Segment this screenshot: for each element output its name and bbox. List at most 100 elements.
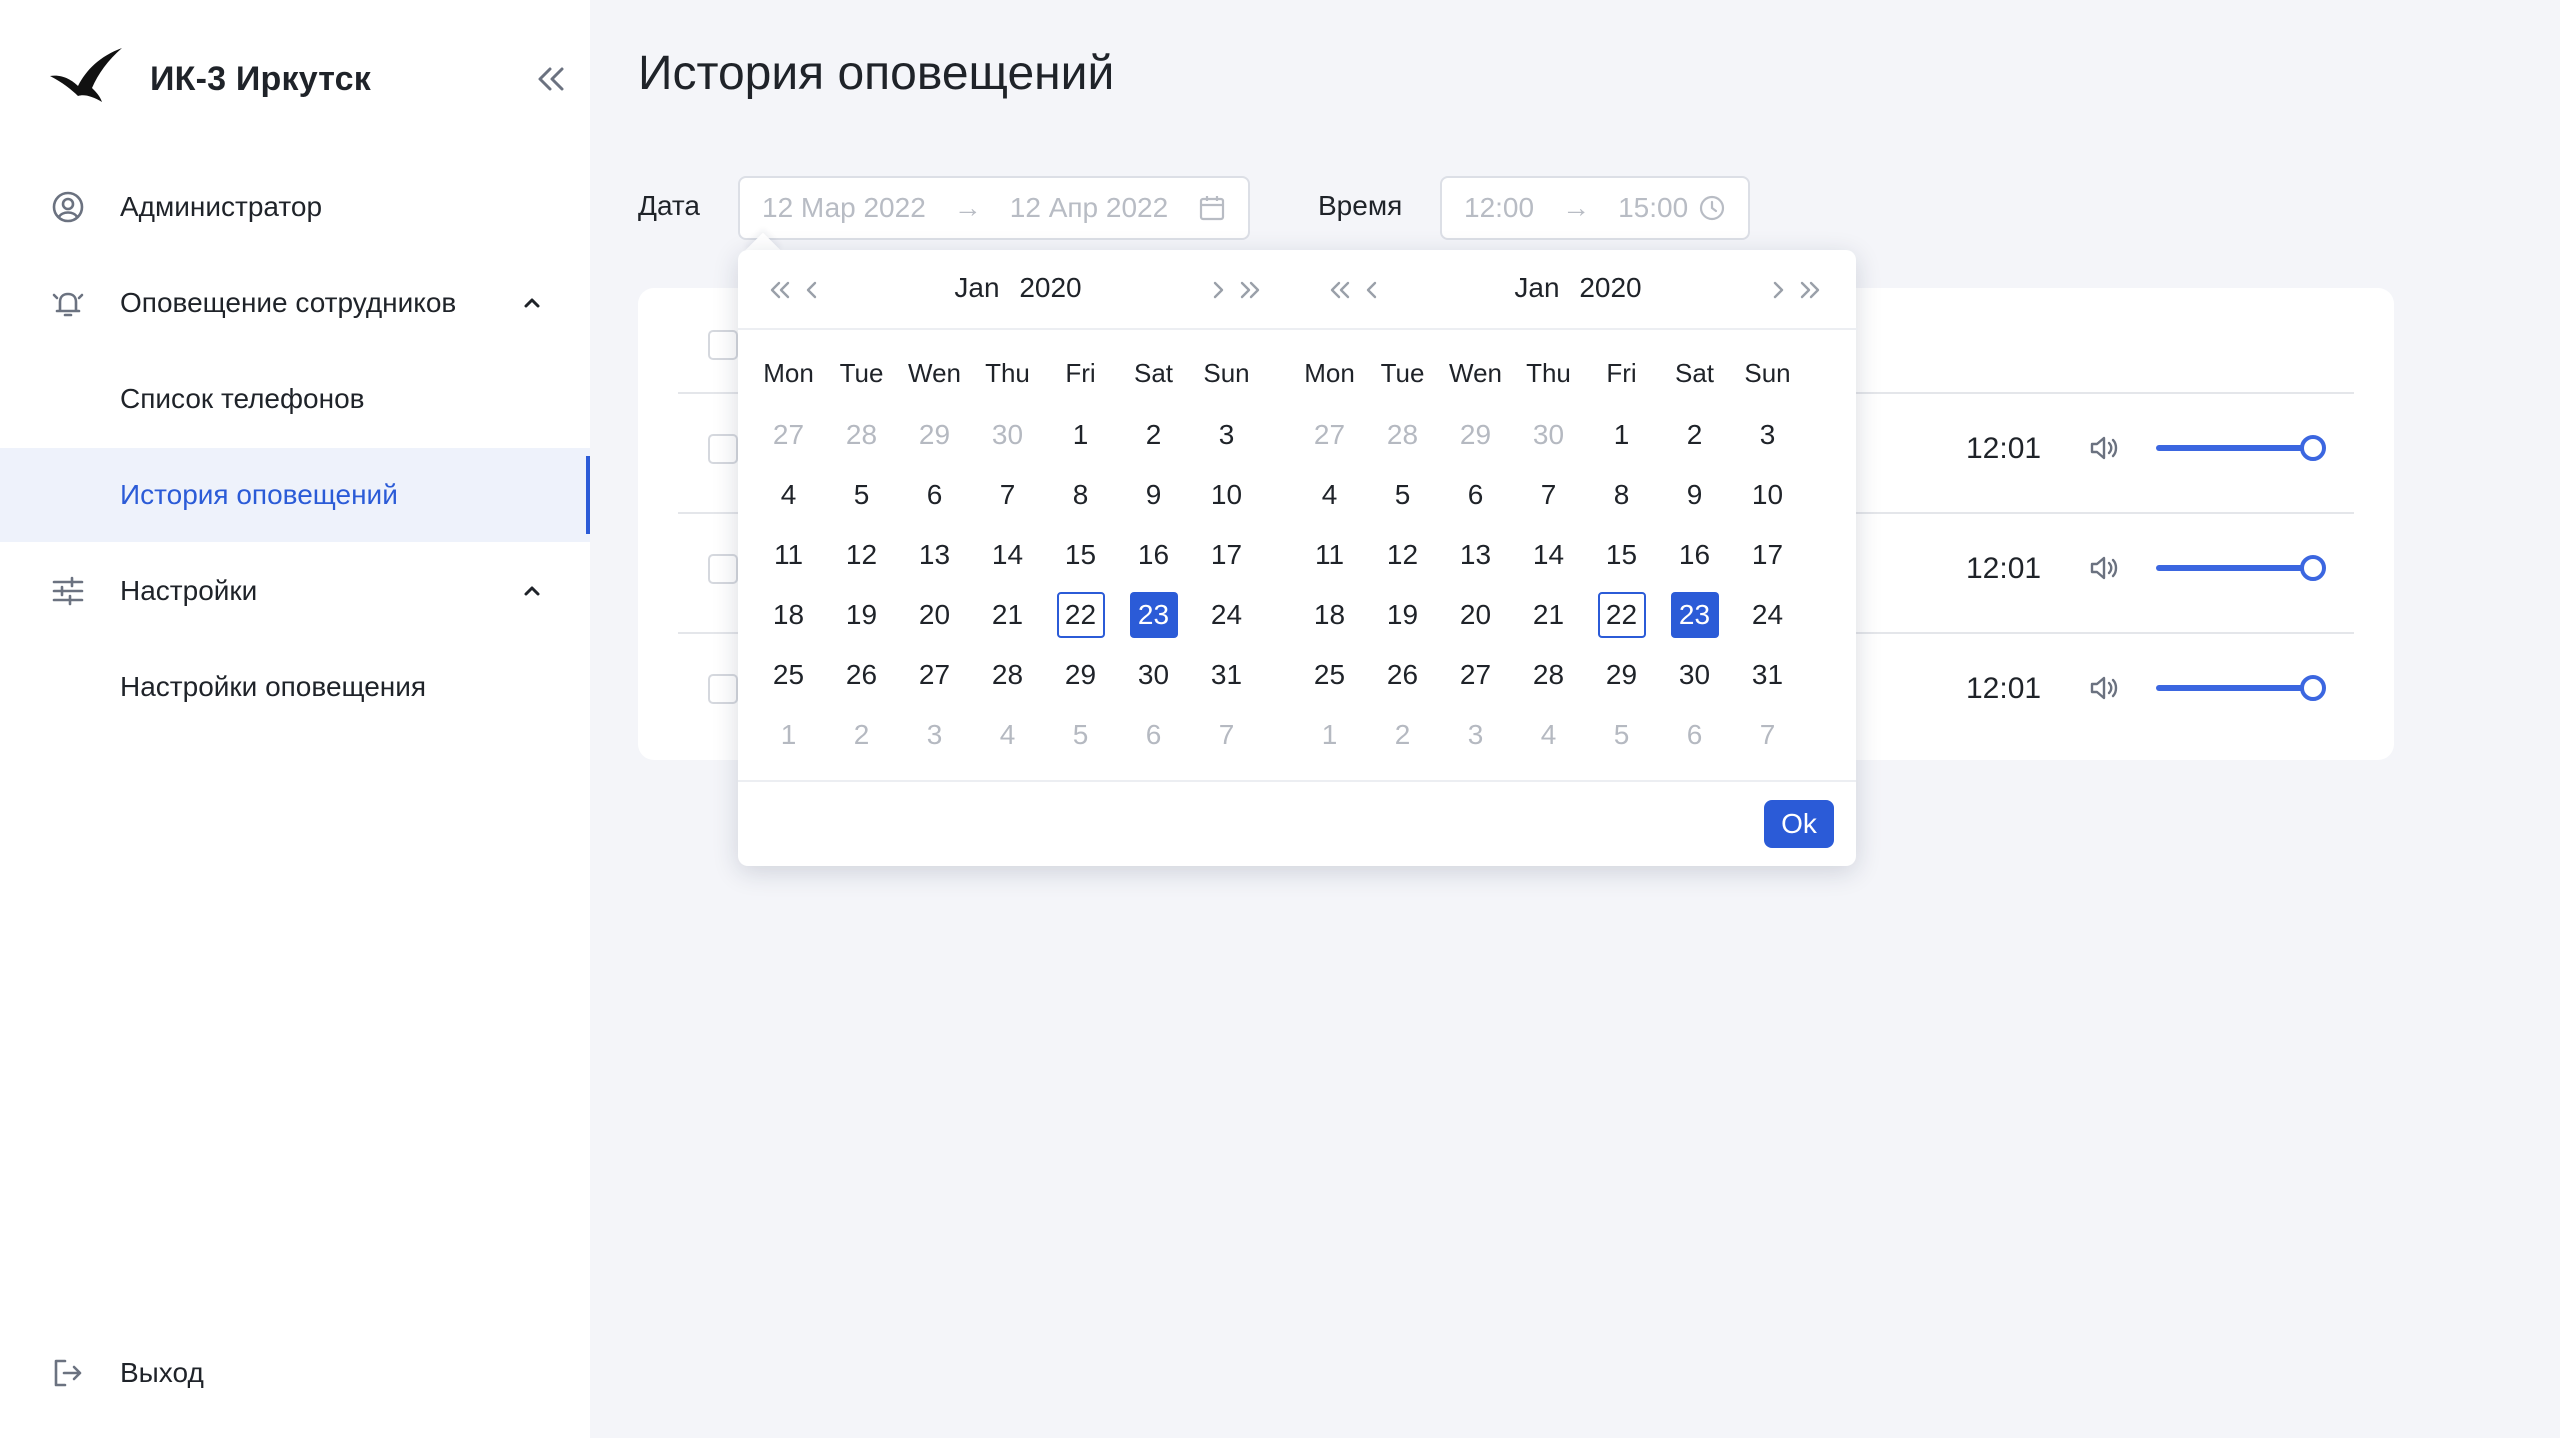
calendar-day[interactable]: 29	[898, 411, 971, 459]
logout-button[interactable]: Выход	[0, 1326, 590, 1420]
calendar-day[interactable]: 22	[1585, 591, 1658, 639]
calendar-day[interactable]: 30	[1512, 411, 1585, 459]
calendar-day[interactable]: 14	[1512, 531, 1585, 579]
calendar-day[interactable]: 2	[1117, 411, 1190, 459]
date-to-field[interactable]: 12 Апр 2022	[1010, 192, 1168, 224]
calendar-day[interactable]: 27	[1439, 651, 1512, 699]
calendar-day[interactable]: 12	[825, 531, 898, 579]
calendar-day[interactable]: 5	[825, 471, 898, 519]
sidebar-item-notify-history[interactable]: История оповещений	[0, 448, 590, 542]
month-label[interactable]: Jan	[954, 272, 999, 303]
calendar-day[interactable]: 5	[1366, 471, 1439, 519]
calendar-day[interactable]: 4	[1512, 711, 1585, 759]
calendar-day[interactable]: 1	[1585, 411, 1658, 459]
time-to-field[interactable]: 15:00	[1618, 192, 1688, 224]
calendar-day[interactable]: 11	[1293, 531, 1366, 579]
row-checkbox[interactable]	[708, 674, 738, 704]
ok-button[interactable]: Ok	[1764, 800, 1834, 848]
calendar-day[interactable]: 5	[1585, 711, 1658, 759]
calendar-day[interactable]: 19	[825, 591, 898, 639]
calendar-day[interactable]: 10	[1731, 471, 1804, 519]
calendar-day[interactable]: 21	[971, 591, 1044, 639]
calendar-day[interactable]: 17	[1731, 531, 1804, 579]
calendar-day[interactable]: 23	[1658, 591, 1731, 639]
calendar-day[interactable]: 2	[825, 711, 898, 759]
calendar-day[interactable]: 3	[898, 711, 971, 759]
calendar-day[interactable]: 3	[1439, 711, 1512, 759]
calendar-day[interactable]: 26	[825, 651, 898, 699]
slider-knob[interactable]	[2300, 435, 2326, 461]
row-checkbox[interactable]	[708, 554, 738, 584]
date-range-picker[interactable]: 12 Мар 2022 → 12 Апр 2022	[738, 176, 1250, 240]
volume-icon[interactable]	[2086, 670, 2122, 706]
calendar-day[interactable]: 9	[1117, 471, 1190, 519]
calendar-day[interactable]: 7	[971, 471, 1044, 519]
year-label[interactable]: 2020	[1019, 272, 1081, 303]
calendar-day[interactable]: 5	[1044, 711, 1117, 759]
calendar-day[interactable]: 30	[971, 411, 1044, 459]
slider-knob[interactable]	[2300, 675, 2326, 701]
next-year-icon[interactable]	[1794, 274, 1826, 306]
volume-slider[interactable]	[2156, 553, 2326, 583]
calendar-day[interactable]: 4	[1293, 471, 1366, 519]
volume-slider[interactable]	[2156, 673, 2326, 703]
calendar-day[interactable]: 1	[1044, 411, 1117, 459]
volume-icon[interactable]	[2086, 550, 2122, 586]
calendar-day[interactable]: 26	[1366, 651, 1439, 699]
calendar-day[interactable]: 22	[1044, 591, 1117, 639]
collapse-sidebar-icon[interactable]	[534, 62, 568, 96]
calendar-day[interactable]: 13	[898, 531, 971, 579]
year-label[interactable]: 2020	[1579, 272, 1641, 303]
calendar-day[interactable]: 17	[1190, 531, 1263, 579]
calendar-day[interactable]: 18	[1293, 591, 1366, 639]
calendar-day[interactable]: 8	[1044, 471, 1117, 519]
calendar-day[interactable]: 27	[898, 651, 971, 699]
calendar-day[interactable]: 7	[1731, 711, 1804, 759]
calendar-day[interactable]: 31	[1731, 651, 1804, 699]
calendar-day[interactable]: 20	[898, 591, 971, 639]
calendar-day[interactable]: 28	[1366, 411, 1439, 459]
calendar-day[interactable]: 29	[1585, 651, 1658, 699]
calendar-day[interactable]: 21	[1512, 591, 1585, 639]
next-month-icon[interactable]	[1202, 274, 1234, 306]
next-year-icon[interactable]	[1234, 274, 1266, 306]
sidebar-item-notify-staff[interactable]: Оповещение сотрудников	[0, 256, 590, 350]
calendar-day[interactable]: 2	[1366, 711, 1439, 759]
calendar-day[interactable]: 6	[1658, 711, 1731, 759]
calendar-day[interactable]: 4	[752, 471, 825, 519]
slider-knob[interactable]	[2300, 555, 2326, 581]
calendar-day[interactable]: 10	[1190, 471, 1263, 519]
calendar-day[interactable]: 28	[825, 411, 898, 459]
calendar-day[interactable]: 9	[1658, 471, 1731, 519]
calendar-day[interactable]: 28	[1512, 651, 1585, 699]
calendar-day[interactable]: 16	[1117, 531, 1190, 579]
calendar-day[interactable]: 7	[1512, 471, 1585, 519]
sidebar-item-phone-list[interactable]: Список телефонов	[0, 352, 590, 446]
next-month-icon[interactable]	[1762, 274, 1794, 306]
volume-slider[interactable]	[2156, 433, 2326, 463]
calendar-day[interactable]: 6	[898, 471, 971, 519]
calendar-day[interactable]: 8	[1585, 471, 1658, 519]
calendar-day[interactable]: 4	[971, 711, 1044, 759]
calendar-day[interactable]: 7	[1190, 711, 1263, 759]
calendar-day[interactable]: 16	[1658, 531, 1731, 579]
calendar-day[interactable]: 6	[1439, 471, 1512, 519]
calendar-day[interactable]: 2	[1658, 411, 1731, 459]
calendar-day[interactable]: 11	[752, 531, 825, 579]
calendar-day[interactable]: 28	[971, 651, 1044, 699]
sidebar-item-notify-settings[interactable]: Настройки оповещения	[0, 640, 590, 734]
calendar-day[interactable]: 27	[752, 411, 825, 459]
sidebar-item-settings[interactable]: Настройки	[0, 544, 590, 638]
calendar-day[interactable]: 14	[971, 531, 1044, 579]
date-from-field[interactable]: 12 Мар 2022	[762, 192, 926, 224]
calendar-day[interactable]: 3	[1731, 411, 1804, 459]
calendar-day[interactable]: 15	[1044, 531, 1117, 579]
calendar-day[interactable]: 29	[1439, 411, 1512, 459]
time-range-picker[interactable]: 12:00 → 15:00	[1440, 176, 1750, 240]
calendar-day[interactable]: 15	[1585, 531, 1658, 579]
calendar-day[interactable]: 24	[1190, 591, 1263, 639]
volume-icon[interactable]	[2086, 430, 2122, 466]
calendar-day[interactable]: 12	[1366, 531, 1439, 579]
calendar-day[interactable]: 1	[1293, 711, 1366, 759]
month-label[interactable]: Jan	[1514, 272, 1559, 303]
